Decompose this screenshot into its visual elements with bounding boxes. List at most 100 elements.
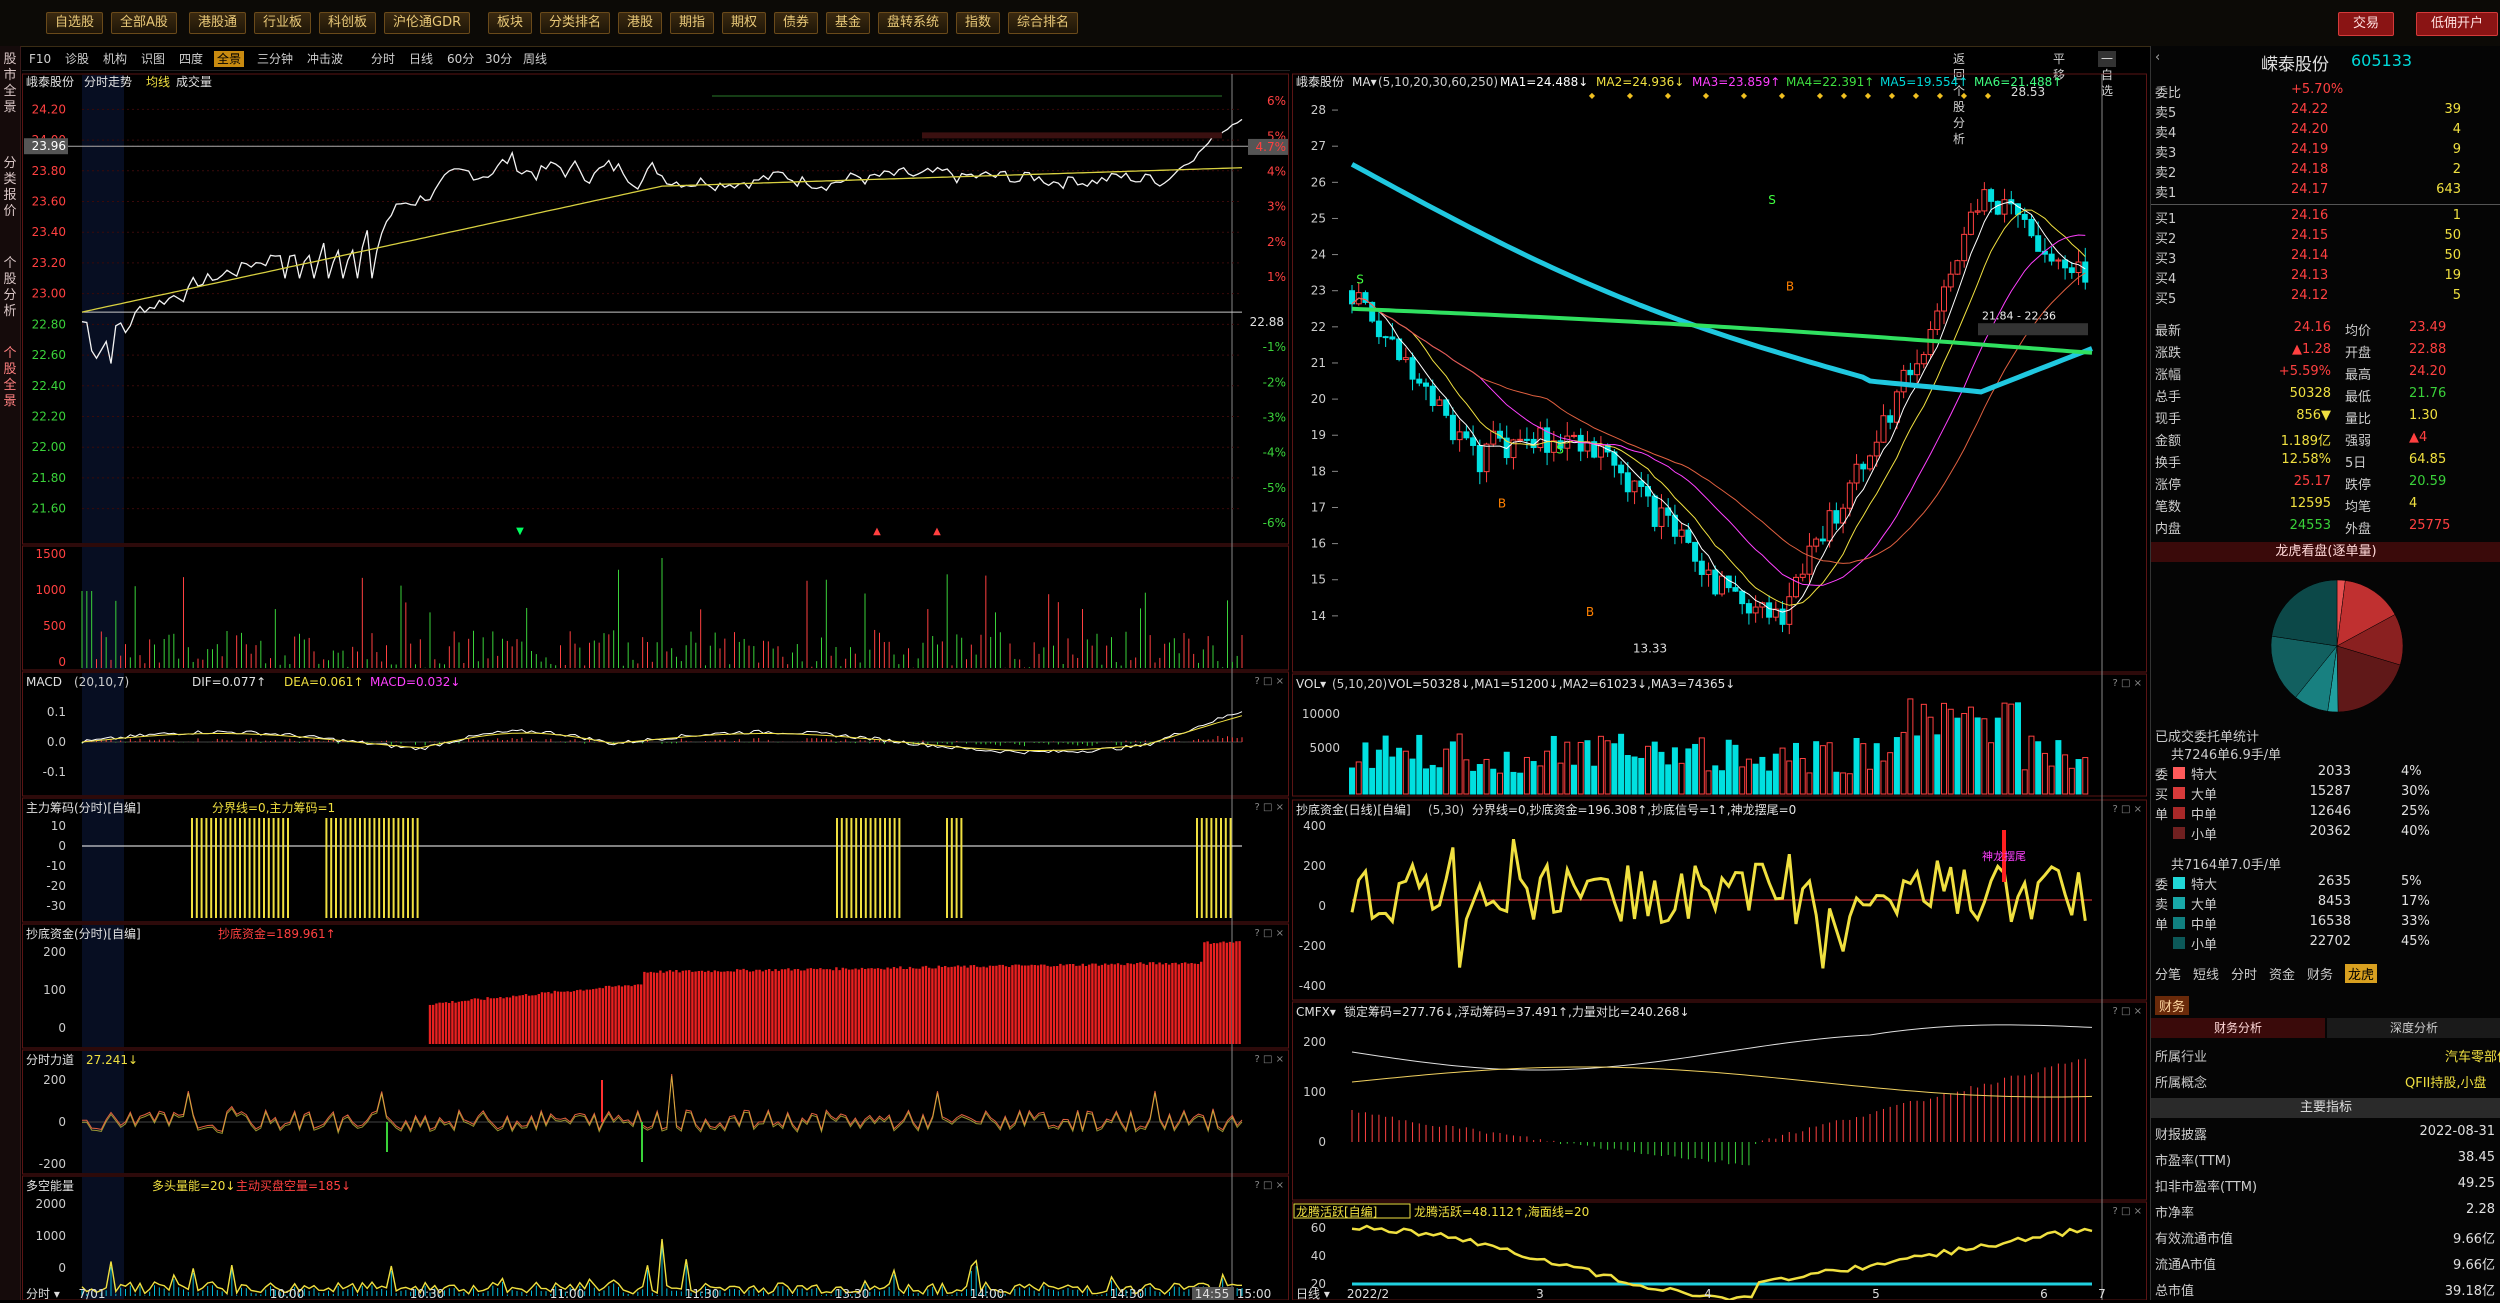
stat-value-5: 1.189亿	[2280, 434, 2331, 449]
tab-daily[interactable]: 日线	[406, 51, 436, 67]
toolbar-button-11[interactable]: 债券	[774, 12, 819, 34]
toolbar-button-3[interactable]: 行业板	[254, 12, 312, 34]
vol-vals: VOL=50328↓,MA1=51200↓,MA2=61023↓,MA3=743…	[1388, 677, 1735, 691]
tab-institution[interactable]: 机构	[100, 51, 130, 67]
toolbar-button-10[interactable]: 期权	[722, 12, 767, 34]
cd-tick: 0	[1318, 899, 1326, 913]
tab-f10[interactable]: F10	[26, 51, 54, 67]
toolbar-button-5[interactable]: 沪伦通GDR	[384, 12, 471, 34]
tab-diagnose[interactable]: 诊股	[62, 51, 92, 67]
force-line-yellow	[81, 1075, 1243, 1135]
price-tick: 23.40	[32, 225, 66, 239]
daily-vol-bar	[1833, 771, 1840, 795]
sell-row-pct-3: 45%	[2401, 934, 2430, 949]
left-tab-stock-full[interactable]: 个股全景	[2, 346, 18, 410]
quote-tab-4[interactable]: 财务	[2307, 964, 2333, 983]
bottom-tick: 100	[43, 983, 66, 997]
back-link[interactable]: 返回个股分析	[1950, 51, 1968, 146]
buy-row-swatch-1	[2173, 787, 2185, 799]
open-account-button[interactable]: 低佣开户	[2416, 12, 2499, 36]
finance-analysis-tab[interactable]: 财务分析	[2151, 1018, 2325, 1038]
left-tab-market[interactable]: 股市全景	[2, 52, 18, 116]
industry-value: 汽车零部件	[2445, 1050, 2500, 1065]
price-tick: 23.80	[32, 164, 66, 178]
lt-line	[1351, 1224, 2093, 1302]
toolbar-button-0[interactable]: 自选股	[46, 12, 104, 34]
event-diamond: ◆	[1889, 91, 1896, 100]
deep-analysis-tab[interactable]: 深度分析	[2327, 1018, 2500, 1038]
pct-tick: 3%	[1267, 200, 1286, 214]
candle-body	[1941, 286, 1947, 312]
buy-row-vol-3: 20362	[2309, 824, 2351, 839]
pct-tick: -6%	[1263, 516, 1286, 530]
sell-price-0: 24.22	[2291, 102, 2329, 117]
stat-label2-1: 开盘	[2345, 346, 2372, 361]
watchlist-select[interactable]: 一自选	[2098, 51, 2117, 98]
pct-tick: -2%	[1263, 375, 1286, 389]
cd-tick: -400	[1299, 979, 1326, 993]
daily-vol-bar	[1934, 734, 1941, 795]
flat-link[interactable]: 平移	[2050, 51, 2068, 82]
tab-weekly[interactable]: 周线	[520, 51, 550, 67]
tab-three-min[interactable]: 三分钟	[254, 51, 296, 67]
tab-four-degree[interactable]: 四度	[176, 51, 206, 67]
toolbar-button-8[interactable]: 港股	[618, 12, 663, 34]
tab-shockwave[interactable]: 冲击波	[304, 51, 346, 67]
quote-tab-0[interactable]: 分笔	[2155, 964, 2181, 983]
back-chevron-icon[interactable]: ‹	[2155, 50, 2160, 65]
fin-label-2: 扣非市盈率(TTM)	[2155, 1180, 2258, 1195]
date-tick: 3	[1536, 1287, 1544, 1300]
daily-vol-bar	[1470, 770, 1477, 795]
pct-tick: -1%	[1263, 340, 1286, 354]
buy-row-type-2: 中单	[2191, 808, 2218, 823]
tab-60min[interactable]: 60分	[444, 51, 477, 67]
toolbar-button-4[interactable]: 科创板	[319, 12, 377, 34]
toolbar-button-12[interactable]: 基金	[826, 12, 871, 34]
toolbar-button-14[interactable]: 指数	[956, 12, 1001, 34]
left-tab-stock-analysis[interactable]: 个股分析	[2, 256, 18, 320]
vol-tick: 1000	[35, 583, 66, 597]
stat-value2-6: 64.85	[2409, 452, 2447, 467]
toolbar-button-1[interactable]: 全部A股	[111, 12, 177, 34]
tab-intraday[interactable]: 分时	[368, 51, 398, 67]
quote-tab-1[interactable]: 短线	[2193, 964, 2219, 983]
buy-row-vol-1: 15287	[2309, 784, 2351, 799]
quote-tab-5[interactable]: 龙虎	[2345, 964, 2378, 983]
pct-tick: -4%	[1263, 446, 1286, 460]
daily-vol-bar	[1907, 698, 1914, 795]
daily-vol-bar	[1826, 742, 1833, 795]
quote-tab-3[interactable]: 资金	[2269, 964, 2295, 983]
daily-vol-bar	[2021, 769, 2028, 795]
quote-tab-2[interactable]: 分时	[2231, 964, 2257, 983]
sell-row-type-2: 中单	[2191, 918, 2218, 933]
buy-price-4: 24.12	[2291, 288, 2329, 303]
toolbar-button-7[interactable]: 分类排名	[540, 12, 611, 34]
time-tick: 15:00	[1237, 1287, 1272, 1300]
toolbar-button-13[interactable]: 盘转系统	[878, 12, 949, 34]
tab-panorama[interactable]: 全景	[214, 51, 245, 67]
finance-tab[interactable]: 财务	[2155, 996, 2190, 1015]
event-diamond: ◆	[1741, 91, 1748, 100]
tab-recognize[interactable]: 识图	[138, 51, 168, 67]
left-tab-class[interactable]: 分类报价	[2, 156, 18, 220]
opening-shade-2	[82, 673, 124, 795]
candle-body	[1638, 480, 1645, 487]
toolbar-button-9[interactable]: 期指	[670, 12, 715, 34]
toolbar-button-2[interactable]: 港股通	[189, 12, 247, 34]
candle-body	[1476, 444, 1483, 473]
stat-label2-7: 跌停	[2345, 478, 2372, 493]
candle-body	[1692, 541, 1699, 562]
lt-title: 龙腾活跃[自编] 龙腾活跃=48.112↑,海面线=20	[1296, 1204, 1589, 1219]
opening-shade-4	[82, 925, 124, 1047]
candle-body	[1624, 472, 1631, 493]
candle-body	[2035, 235, 2042, 252]
toolbar-button-15[interactable]: 综合排名	[1008, 12, 1079, 34]
trade-button[interactable]: 交易	[2338, 12, 2395, 36]
pct-tick: -5%	[1263, 481, 1286, 495]
daily-vol-bar	[1974, 717, 1981, 795]
tab-30min[interactable]: 30分	[482, 51, 515, 67]
sell-level-label-3: 卖2	[2155, 166, 2177, 181]
fin-label-3: 市净率	[2155, 1206, 2195, 1221]
cd-params: (5,30)	[1428, 803, 1464, 817]
toolbar-button-6[interactable]: 板块	[488, 12, 533, 34]
